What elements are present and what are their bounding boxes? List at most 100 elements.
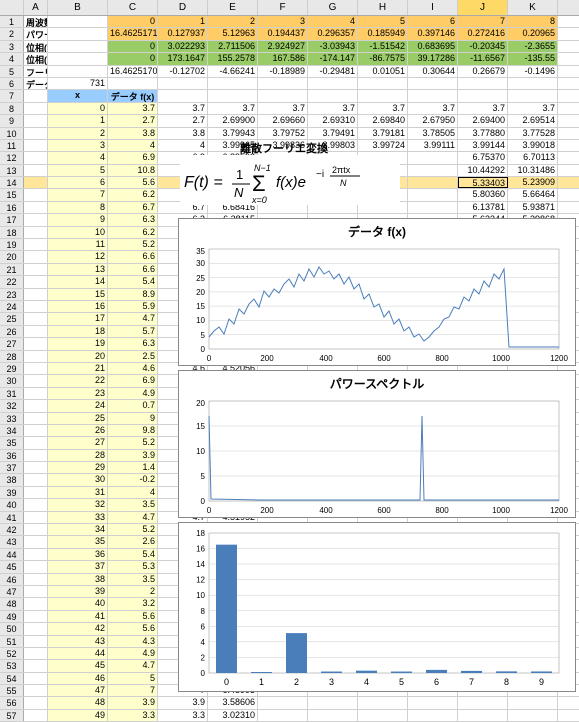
cell[interactable]: 2.69400	[458, 115, 508, 126]
cell[interactable]: 2.67950	[408, 115, 458, 126]
cell[interactable]: 5.33403	[458, 177, 508, 188]
col-F[interactable]: F	[258, 0, 308, 15]
cell-fx[interactable]: 3.5	[108, 499, 158, 510]
cell[interactable]	[308, 697, 358, 708]
cell[interactable]: 3.7	[308, 103, 358, 114]
cell-x[interactable]: 14	[48, 276, 108, 287]
cell[interactable]: 3.99111	[408, 140, 458, 151]
cell[interactable]: -11.6567	[458, 53, 508, 64]
row-24[interactable]: 24	[0, 301, 24, 312]
col-B[interactable]: B	[48, 0, 108, 15]
cell-x[interactable]: 35	[48, 536, 108, 547]
cell[interactable]: 3.7	[508, 103, 558, 114]
cell-fx[interactable]: 2.6	[108, 536, 158, 547]
cell-fx[interactable]: 6.6	[108, 251, 158, 262]
cell-fx[interactable]: 6.9	[108, 375, 158, 386]
cell-x[interactable]: 30	[48, 474, 108, 485]
cell[interactable]	[408, 177, 458, 188]
cell-fx[interactable]: -0.2	[108, 474, 158, 485]
cell[interactable]	[408, 152, 458, 163]
cell-x[interactable]: 37	[48, 561, 108, 572]
cell[interactable]: 0.683695	[408, 41, 458, 52]
cell-fx[interactable]: 5.2	[108, 239, 158, 250]
row-47[interactable]: 47	[0, 586, 24, 597]
cell-fx[interactable]: 3.9	[108, 697, 158, 708]
cell-x[interactable]: 11	[48, 239, 108, 250]
cell[interactable]	[408, 202, 458, 213]
col-C[interactable]: C	[108, 0, 158, 15]
cell[interactable]: 7	[458, 16, 508, 27]
cell-x[interactable]: 13	[48, 264, 108, 275]
cell[interactable]: 0.127937	[158, 28, 208, 39]
cell-x[interactable]: 31	[48, 487, 108, 498]
row-42[interactable]: 42	[0, 524, 24, 535]
cell-fx[interactable]: 6.6	[108, 264, 158, 275]
cell-x[interactable]: 27	[48, 437, 108, 448]
row-22[interactable]: 22	[0, 276, 24, 287]
cell[interactable]: -135.55	[508, 53, 558, 64]
cell[interactable]: 4	[308, 16, 358, 27]
cell-fx[interactable]: 4	[108, 487, 158, 498]
cell[interactable]: 173.1647	[158, 53, 208, 64]
row-2[interactable]: 2	[0, 28, 24, 39]
cell-x[interactable]: 8	[48, 202, 108, 213]
cell[interactable]: 5.80360	[458, 189, 508, 200]
cell[interactable]: 16.4625171	[108, 28, 158, 39]
col-H[interactable]: H	[358, 0, 408, 15]
row-21[interactable]: 21	[0, 264, 24, 275]
cell[interactable]: 0.01051	[358, 66, 408, 77]
cell-x[interactable]: 7	[48, 189, 108, 200]
cell[interactable]	[308, 710, 358, 721]
cell[interactable]: -0.20345	[458, 41, 508, 52]
cell-x[interactable]: 42	[48, 623, 108, 634]
cell-fx[interactable]: 3.8	[108, 128, 158, 139]
cell[interactable]	[258, 710, 308, 721]
row-3[interactable]: 3	[0, 41, 24, 52]
cell-fx[interactable]: 3.7	[108, 103, 158, 114]
row-44[interactable]: 44	[0, 549, 24, 560]
cell-fx[interactable]: 7	[108, 685, 158, 696]
cell-fx[interactable]: 3.9	[108, 450, 158, 461]
row-16[interactable]: 16	[0, 202, 24, 213]
cell[interactable]: 5.12963	[208, 28, 258, 39]
cell-fx[interactable]: 5.4	[108, 549, 158, 560]
cell-fx[interactable]: 5.2	[108, 437, 158, 448]
row-1[interactable]: 1	[0, 16, 24, 27]
cell[interactable]: 0.26679	[458, 66, 508, 77]
cell[interactable]: 2.924927	[258, 41, 308, 52]
cell[interactable]	[458, 710, 508, 721]
row-7[interactable]: 7	[0, 90, 24, 101]
cell-fx[interactable]: 3.3	[108, 710, 158, 721]
row-8[interactable]: 8	[0, 103, 24, 114]
cell-fx[interactable]: 6.3	[108, 338, 158, 349]
cell[interactable]	[408, 165, 458, 176]
cell[interactable]: 5.66464	[508, 189, 558, 200]
cell[interactable]: 3.99144	[458, 140, 508, 151]
cell[interactable]: 3.78505	[408, 128, 458, 139]
col-G[interactable]: G	[308, 0, 358, 15]
row-14[interactable]: 14	[0, 177, 24, 188]
cell-x[interactable]: 40	[48, 598, 108, 609]
cell-x[interactable]: 36	[48, 549, 108, 560]
cell[interactable]	[408, 697, 458, 708]
cell-fx[interactable]: 9.8	[108, 425, 158, 436]
row-45[interactable]: 45	[0, 561, 24, 572]
cell-x[interactable]: 15	[48, 289, 108, 300]
cell-x[interactable]: 20	[48, 351, 108, 362]
cell-x[interactable]: 45	[48, 660, 108, 671]
cell[interactable]: 6	[408, 16, 458, 27]
cell-fx[interactable]: 6.3	[108, 214, 158, 225]
cell-x[interactable]: 4	[48, 152, 108, 163]
cell[interactable]: 10.44292	[458, 165, 508, 176]
cell[interactable]: 16.46251709.88	[108, 66, 158, 77]
row-40[interactable]: 40	[0, 499, 24, 510]
row-34[interactable]: 34	[0, 425, 24, 436]
cell[interactable]: 3.9	[158, 697, 208, 708]
row-56[interactable]: 56	[0, 697, 24, 708]
row-28[interactable]: 28	[0, 351, 24, 362]
cell-x[interactable]: 23	[48, 388, 108, 399]
cell[interactable]: 3.79943	[208, 128, 258, 139]
chart-bar[interactable]: 024681012141618 0123456789	[178, 522, 576, 692]
chart-fx[interactable]: データ f(x) 0 5 10 15 20 25	[178, 218, 576, 366]
cell[interactable]: 3.79181	[358, 128, 408, 139]
